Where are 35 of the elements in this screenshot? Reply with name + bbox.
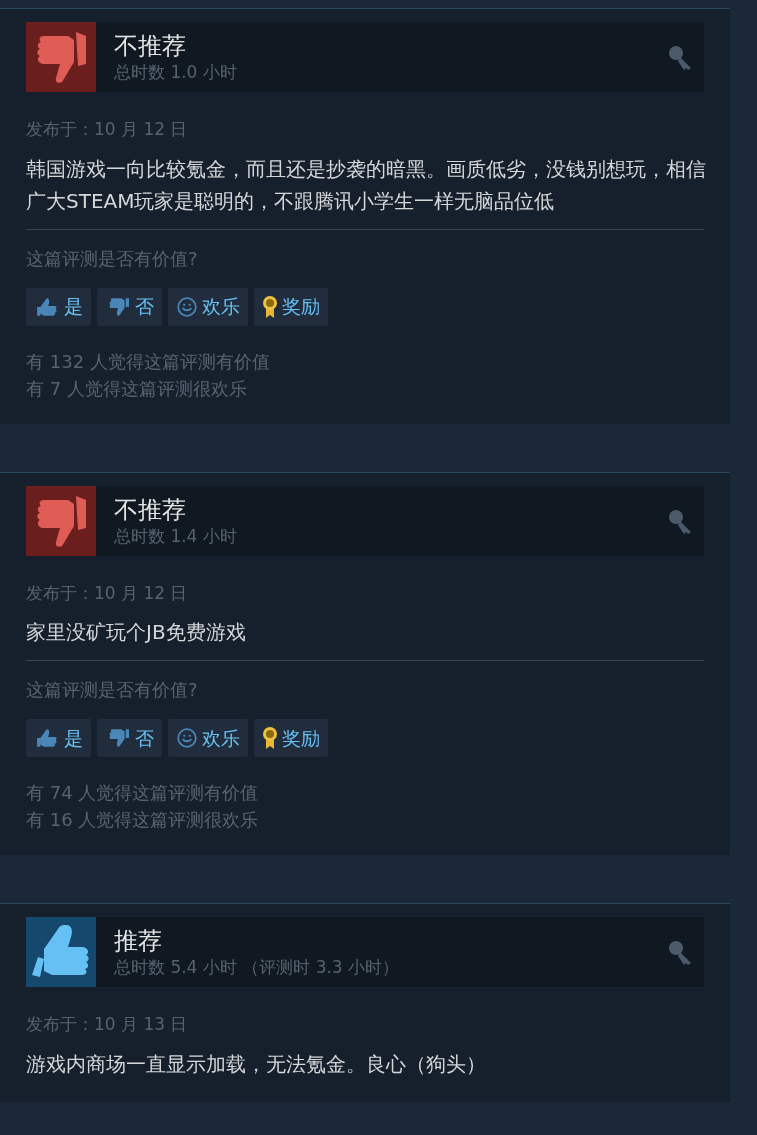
vote-count: 有 132 人觉得这篇评测有价值 bbox=[26, 349, 271, 374]
review-text: 游戏内商场一直显示加载，无法氪金。良心（狗头） bbox=[26, 1050, 487, 1078]
smiley-icon bbox=[176, 727, 198, 749]
thumbs-up-icon bbox=[26, 917, 96, 987]
smiley-icon bbox=[176, 295, 198, 318]
review-verdict: 推荐 bbox=[114, 926, 163, 956]
key-icon bbox=[666, 938, 694, 966]
vote-count: 有 7 人觉得这篇评测很欢乐 bbox=[26, 376, 248, 401]
review-text: 韩国游戏一向比较氪金，而且还是抄袭的暗黑。画质低劣，没钱别想玩，相信广大STEAM玩家是聪明的，不跟腾讯小学生一样无脑品位低 bbox=[26, 155, 707, 215]
award-button[interactable]: 奖励 bbox=[254, 287, 328, 326]
playtime: 总时数 1.4 小时 bbox=[114, 524, 238, 547]
helpful-question: 这篇评测是否有价值? bbox=[26, 678, 199, 702]
yes-button[interactable]: 是 bbox=[26, 287, 91, 326]
funny-button[interactable]: 欢乐 bbox=[168, 287, 248, 326]
no-button[interactable]: 否 bbox=[97, 287, 162, 326]
thumbs-down-icon bbox=[26, 22, 96, 92]
award-icon bbox=[262, 726, 278, 750]
posted-date: 发布于：10 月 12 日 bbox=[26, 118, 189, 141]
award-button[interactable]: 奖励 bbox=[254, 719, 328, 757]
no-button[interactable]: 否 bbox=[97, 719, 162, 757]
posted-date: 发布于：10 月 13 日 bbox=[26, 1013, 189, 1036]
vote-count: 有 16 人觉得这篇评测很欢乐 bbox=[26, 808, 260, 832]
thumbs-down-icon bbox=[26, 485, 96, 556]
review-verdict: 不推荐 bbox=[114, 31, 187, 61]
review-text: 家里没矿玩个JB免费游戏 bbox=[26, 619, 247, 646]
playtime: 总时数 1.0 小时 bbox=[114, 61, 238, 83]
review-verdict: 不推荐 bbox=[114, 494, 187, 525]
funny-button[interactable]: 欢乐 bbox=[168, 719, 248, 757]
award-icon bbox=[262, 294, 278, 319]
helpful-question: 这篇评测是否有价值? bbox=[26, 246, 199, 271]
posted-date: 发布于：10 月 12 日 bbox=[26, 581, 189, 605]
vote-count: 有 74 人觉得这篇评测有价值 bbox=[26, 781, 260, 805]
key-icon bbox=[666, 43, 694, 71]
playtime: 总时数 5.4 小时 （评测时 3.3 小时） bbox=[114, 956, 401, 978]
yes-button[interactable]: 是 bbox=[26, 719, 91, 757]
